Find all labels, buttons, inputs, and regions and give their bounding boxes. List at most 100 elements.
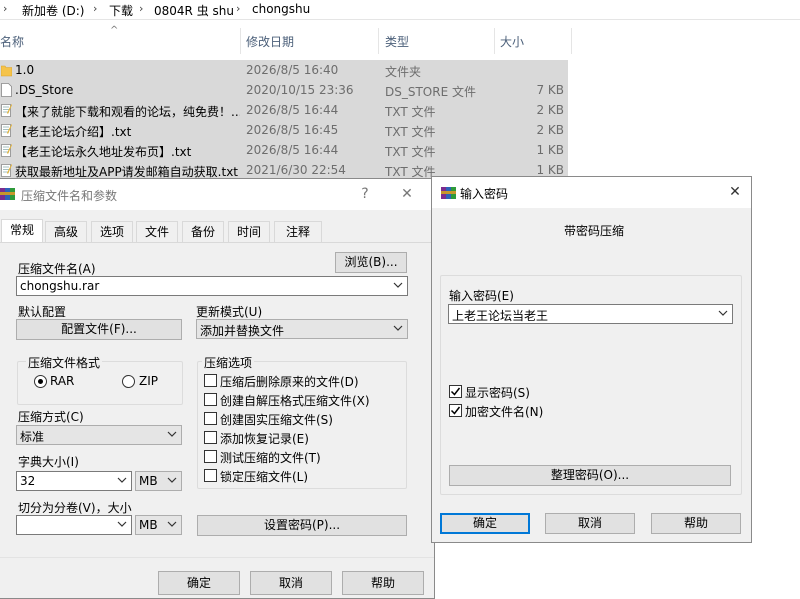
- text-file-icon: [1, 104, 12, 117]
- format-group: 压缩文件格式 RAR ZIP: [17, 354, 183, 405]
- dict-unit-value: MB: [139, 474, 158, 488]
- tab-backup[interactable]: 备份: [182, 221, 224, 242]
- chevron-down-icon: [167, 431, 177, 437]
- archive-name-value: chongshu.rar: [20, 279, 100, 293]
- file-size: 1 KB: [536, 143, 564, 157]
- format-rar-radio[interactable]: [34, 375, 47, 388]
- breadcrumb-item[interactable]: chongshu: [252, 2, 310, 16]
- breadcrumb-item[interactable]: 0804R 虫 shu: [154, 2, 234, 19]
- help-button[interactable]: 帮助: [651, 513, 741, 534]
- show-password-checkbox[interactable]: [449, 385, 462, 398]
- option-checkbox[interactable]: [204, 469, 217, 482]
- file-size: 2 KB: [536, 103, 564, 117]
- cancel-button[interactable]: 取消: [545, 513, 635, 534]
- close-button[interactable]: ✕: [393, 183, 421, 205]
- folder-icon: [1, 65, 12, 77]
- chevron-down-icon: [117, 477, 127, 483]
- tab-options[interactable]: 选项: [91, 221, 133, 242]
- tab-files[interactable]: 文件: [136, 221, 178, 242]
- winrar-icon: [0, 188, 15, 200]
- split-unit-select[interactable]: MB: [135, 515, 182, 535]
- file-modified: 2026/8/5 16:40: [246, 63, 339, 77]
- option-checkbox[interactable]: [204, 412, 217, 425]
- tab-time[interactable]: 时间: [228, 221, 270, 242]
- file-type: 文件夹: [385, 65, 422, 79]
- options-group-title: 压缩选项: [202, 354, 255, 371]
- dict-unit-select[interactable]: MB: [135, 471, 182, 491]
- option-checkbox[interactable]: [204, 374, 217, 387]
- split-unit-value: MB: [139, 518, 158, 532]
- password-dialog-title: 输入密码: [460, 187, 509, 201]
- tab-general[interactable]: 常规: [1, 219, 43, 242]
- text-file-icon: [1, 124, 12, 137]
- file-size: 7 KB: [536, 83, 564, 97]
- split-input[interactable]: [16, 515, 132, 535]
- column-name[interactable]: 名称: [0, 33, 24, 50]
- format-group-title: 压缩文件格式: [26, 354, 103, 371]
- close-button[interactable]: ✕: [721, 181, 749, 203]
- file-name: 【来了就能下载和观看的论坛，纯免费！...: [15, 105, 240, 119]
- encrypt-names-label: 加密文件名(N): [465, 405, 544, 419]
- method-select[interactable]: 标准: [16, 425, 182, 445]
- ok-button[interactable]: 确定: [158, 571, 240, 595]
- chevron-right-icon: ›: [93, 2, 98, 15]
- format-rar-label: RAR: [50, 374, 75, 388]
- file-icon: [1, 83, 12, 97]
- browse-button[interactable]: 浏览(B)...: [335, 252, 407, 273]
- method-value: 标准: [20, 430, 45, 444]
- password-dialog-title-bar: 输入密码 ✕: [432, 177, 751, 208]
- file-modified: 2020/10/15 23:36: [246, 83, 354, 97]
- archive-dialog-title-bar: 压缩文件名和参数 ? ✕: [0, 179, 434, 210]
- breadcrumb-item[interactable]: 新加卷 (D:): [22, 2, 84, 19]
- format-zip-radio[interactable]: [122, 375, 135, 388]
- help-button-bottom[interactable]: 帮助: [342, 571, 424, 595]
- option-checkbox[interactable]: [204, 431, 217, 444]
- breadcrumb-item[interactable]: 下载: [109, 2, 133, 19]
- column-type[interactable]: 类型: [385, 33, 409, 50]
- option-label: 测试压缩的文件(T): [220, 451, 321, 465]
- password-input[interactable]: 上老王论坛当老王: [448, 304, 733, 324]
- tab-advanced[interactable]: 高级: [45, 221, 87, 242]
- file-list: 1.0 2026/8/5 16:40 文件夹 .DS_Store 2020/10…: [0, 60, 568, 180]
- file-modified: 2026/8/5 16:45: [246, 123, 339, 137]
- file-size: 1 KB: [536, 163, 564, 177]
- archive-name-input[interactable]: chongshu.rar: [16, 276, 408, 296]
- file-row[interactable]: .DS_Store 2020/10/15 23:36 DS_STORE 文件 7…: [0, 80, 568, 100]
- archive-dialog-title: 压缩文件名和参数: [21, 189, 118, 203]
- file-size: 2 KB: [536, 123, 564, 137]
- tab-comment[interactable]: 注释: [274, 221, 322, 242]
- chevron-down-icon: [167, 521, 177, 527]
- column-modified[interactable]: 修改日期: [246, 33, 294, 50]
- encrypt-names-checkbox[interactable]: [449, 404, 462, 417]
- sort-up-icon: ^: [110, 25, 119, 36]
- chevron-down-icon: [393, 325, 403, 331]
- file-row[interactable]: 1.0 2026/8/5 16:40 文件夹: [0, 60, 568, 80]
- organize-passwords-button[interactable]: 整理密码(O)...: [449, 465, 731, 486]
- file-row[interactable]: 【来了就能下载和观看的论坛，纯免费！... 2026/8/5 16:44 TXT…: [0, 100, 568, 120]
- chevron-right-icon: ›: [139, 2, 144, 15]
- chevron-right-icon: ›: [236, 2, 241, 15]
- update-mode-select[interactable]: 添加并替换文件: [196, 319, 408, 339]
- dict-value: 32: [20, 474, 36, 488]
- winrar-icon: [441, 187, 456, 199]
- column-size[interactable]: 大小: [500, 33, 524, 50]
- file-row[interactable]: 【老王论坛介绍】.txt 2026/8/5 16:45 TXT 文件 2 KB: [0, 120, 568, 140]
- file-name: 【老王论坛介绍】.txt: [15, 125, 132, 139]
- set-password-button[interactable]: 设置密码(P)...: [197, 515, 407, 536]
- profile-button[interactable]: 配置文件(F)...: [16, 319, 182, 340]
- dict-input[interactable]: 32: [16, 471, 132, 491]
- method-label: 压缩方式(C): [18, 410, 84, 424]
- cancel-button[interactable]: 取消: [250, 571, 332, 595]
- option-checkbox[interactable]: [204, 450, 217, 463]
- option-label: 创建固实压缩文件(S): [220, 413, 333, 427]
- show-password-label: 显示密码(S): [465, 386, 530, 400]
- option-label: 压缩后删除原来的文件(D): [220, 375, 359, 389]
- option-label: 添加恢复记录(E): [220, 432, 309, 446]
- option-checkbox[interactable]: [204, 393, 217, 406]
- file-row[interactable]: 【老王论坛永久地址发布页】.txt 2026/8/5 16:44 TXT 文件 …: [0, 140, 568, 160]
- password-label: 输入密码(E): [449, 289, 514, 303]
- ok-button[interactable]: 确定: [440, 513, 530, 534]
- column-header: ^ 名称 修改日期 类型 大小: [0, 25, 572, 54]
- text-file-icon: [1, 144, 12, 157]
- help-button[interactable]: ?: [351, 183, 379, 205]
